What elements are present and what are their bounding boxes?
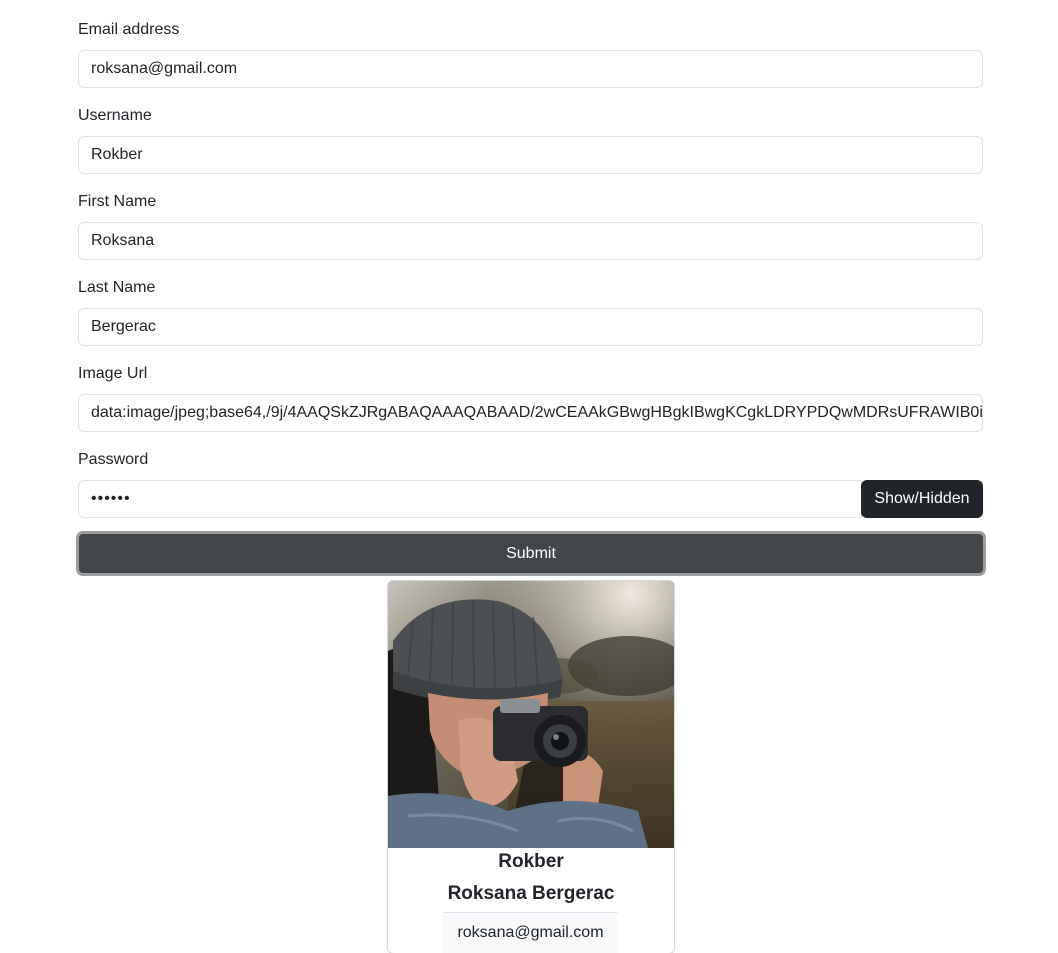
email-field[interactable]: roksana@gmail.com — [78, 50, 983, 88]
card-email: roksana@gmail.com — [443, 912, 618, 953]
last-name-field[interactable]: Bergerac — [78, 308, 983, 346]
submit-button[interactable]: Submit — [76, 531, 986, 576]
card-username: Rokber — [498, 851, 564, 872]
last-name-label: Last Name — [78, 279, 156, 296]
password-field[interactable]: •••••• — [78, 480, 862, 518]
first-name-label: First Name — [78, 193, 157, 210]
show-hidden-button[interactable]: Show/Hidden — [861, 480, 983, 518]
image-url-label: Image Url — [78, 365, 148, 382]
profile-photo — [388, 581, 674, 848]
profile-card: Rokber Roksana Bergerac roksana@gmail.co… — [387, 580, 675, 953]
email-label: Email address — [78, 21, 180, 38]
username-label: Username — [78, 107, 152, 124]
first-name-field[interactable]: Roksana — [78, 222, 983, 260]
password-label: Password — [78, 451, 149, 468]
image-url-field[interactable]: data:image/jpeg;base64,/9j/4AAQSkZJRgABA… — [78, 394, 983, 432]
username-field[interactable]: Rokber — [78, 136, 983, 174]
card-full-name: Roksana Bergerac — [447, 883, 615, 904]
